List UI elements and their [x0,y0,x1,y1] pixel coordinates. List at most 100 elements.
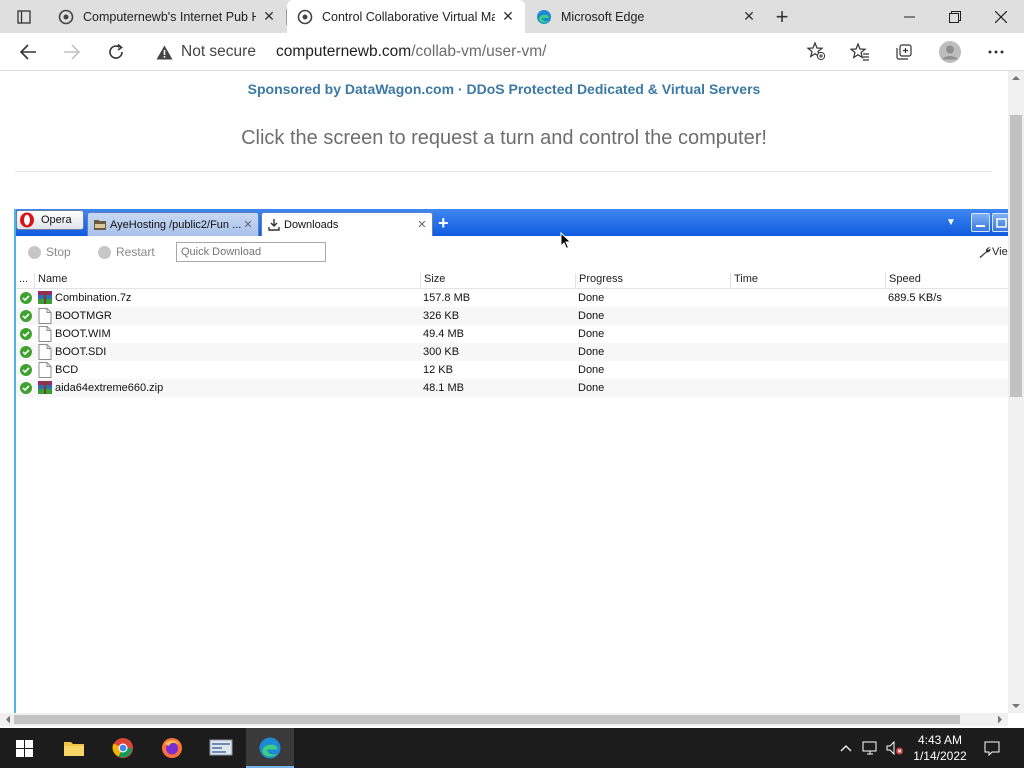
control-panel-button[interactable] [197,728,245,768]
opera-minimize-button[interactable] [971,213,990,232]
browser-tab-pub[interactable]: Computernewb's Internet Pub H ✕ [48,0,287,33]
show-hidden-icons-button[interactable] [836,728,856,768]
scroll-up-icon[interactable] [1008,73,1024,83]
clock-date: 1/14/2022 [913,749,967,763]
opera-menu-button[interactable]: Opera [16,210,84,230]
browser-tab-collabvm[interactable]: Control Collaborative Virtual Ma ✕ [287,0,525,33]
download-name: BCD [55,364,79,376]
view-button[interactable]: Vie [978,245,1008,259]
collections-icon [896,44,912,60]
opera-restore-button[interactable] [992,213,1008,232]
opera-label: Opera [41,214,72,226]
restore-icon [949,10,961,23]
download-row[interactable]: aida64extreme660.zip 48.1 MB Done [16,379,1008,397]
system-clock[interactable]: 4:43 AM 1/14/2022 [904,732,976,764]
tab-actions-button[interactable] [0,0,48,33]
page-content: Sponsored by DataWagon.com · DDoS Protec… [0,71,1008,713]
download-row[interactable]: BCD 12 KB Done [16,361,1008,379]
divider [15,171,992,172]
back-button[interactable] [13,37,43,67]
favorites-button[interactable] [845,37,875,67]
browser-tab-edge[interactable]: Microsoft Edge ✕ [526,0,766,33]
opera-new-tab-button[interactable]: + [438,213,449,234]
view-label: Vie [992,246,1008,258]
opera-tab-menu-icon[interactable]: ▼ [946,217,956,228]
done-check-icon [20,364,32,376]
restart-button[interactable]: Restart [98,245,155,259]
quick-download-input[interactable] [176,242,326,262]
close-tab-icon[interactable]: ✕ [415,218,429,231]
computernewb-favicon-icon [297,9,313,24]
firefox-button[interactable] [148,728,196,768]
download-name: BOOTMGR [55,310,112,322]
edge-logo-icon [537,9,551,24]
column-header-name[interactable]: Name [34,273,420,289]
collections-button[interactable] [889,37,919,67]
volume-muted-button[interactable] [884,728,906,768]
download-progress: Done [578,292,605,304]
avatar-icon [939,41,961,63]
forward-button[interactable] [57,37,87,67]
column-header-size[interactable]: Size [420,273,575,289]
profile-button[interactable] [935,37,965,67]
horizontal-scroll-thumb[interactable] [14,715,960,724]
sponsor-link[interactable]: Sponsored by DataWagon.com · DDoS Protec… [0,81,1008,97]
favorites-icon [850,42,869,61]
security-indicator[interactable]: Not secure [156,43,256,61]
scroll-right-icon[interactable] [995,713,1005,726]
start-button[interactable] [0,728,48,768]
stop-icon [28,245,41,259]
restore-button[interactable] [932,0,978,33]
close-tab-icon[interactable]: ✕ [495,4,521,30]
firefox-logo-icon [162,738,182,758]
volume-muted-icon [886,741,903,755]
download-row[interactable]: BOOT.WIM 49.4 MB Done [16,325,1008,343]
close-window-button[interactable] [978,0,1024,33]
download-size: 48.1 MB [423,382,464,394]
download-row[interactable]: Combination.7z 157.8 MB Done 689.5 KB/s [16,289,1008,307]
close-tab-icon[interactable]: ✕ [241,218,255,231]
download-name: BOOT.WIM [55,328,111,340]
edge-taskbar-button[interactable] [246,728,294,768]
column-header-speed[interactable]: Speed [885,273,1008,289]
mouse-cursor-icon [560,232,572,250]
chrome-button[interactable] [99,728,147,768]
stop-button[interactable]: Stop [28,245,71,259]
scroll-left-icon[interactable] [3,713,13,726]
download-row[interactable]: BOOTMGR 326 KB Done [16,307,1008,325]
opera-tab-bar: Opera AyeHosting /public2/Fun ... ✕ Down… [16,209,1008,236]
opera-tab-ayehosting[interactable]: AyeHosting /public2/Fun ... ✕ [87,212,259,236]
opera-tab-title: Downloads [284,218,339,231]
address-bar[interactable]: Not secure computernewb.com/collab-vm/us… [148,37,832,67]
wrench-icon [979,247,991,258]
column-header-progress[interactable]: Progress [575,273,730,289]
file-icon [38,308,52,324]
url-host: computernewb.com [275,43,412,60]
refresh-button[interactable] [101,37,131,67]
vertical-scroll-thumb[interactable] [1010,115,1022,397]
opera-tab-downloads[interactable]: Downloads ✕ [261,212,433,236]
minimize-button[interactable] [886,0,932,33]
download-row[interactable]: BOOT.SDI 300 KB Done [16,343,1008,361]
minimize-icon [976,225,985,227]
close-tab-icon[interactable]: ✕ [256,4,282,30]
notifications-button[interactable] [980,728,1004,768]
add-favorite-button[interactable] [806,41,826,66]
refresh-icon [109,43,123,59]
done-check-icon [20,382,32,394]
download-progress: Done [578,382,605,394]
column-header-time[interactable]: Time [730,273,885,289]
download-progress: Done [578,364,605,376]
download-icon [268,218,280,231]
done-check-icon [20,346,32,358]
settings-more-button[interactable] [981,37,1011,67]
scroll-down-icon[interactable] [1008,701,1024,711]
download-name: aida64extreme660.zip [55,382,164,394]
network-icon-button[interactable] [860,728,882,768]
tab-actions-icon [17,9,31,24]
file-explorer-button[interactable] [50,728,98,768]
column-header-status[interactable]: ... [16,273,34,289]
new-tab-button[interactable]: + [768,3,796,31]
close-tab-icon[interactable]: ✕ [736,4,762,30]
vm-screen[interactable]: Opera AyeHosting /public2/Fun ... ✕ Down… [14,209,1008,713]
